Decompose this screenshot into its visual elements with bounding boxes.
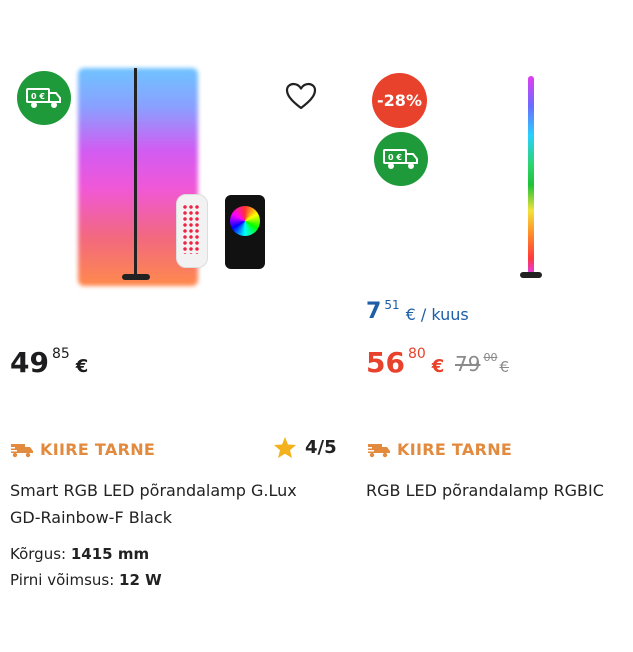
- specs-1: Kõrgus: 1415 mm Pirni võimsus: 12 W: [10, 541, 162, 593]
- free-delivery-badge-1: 0 €: [17, 71, 71, 125]
- monthly-cents: 51: [384, 298, 400, 312]
- star-icon: [274, 437, 296, 458]
- price-2: 56 80 €: [366, 346, 445, 379]
- old-price-main: 79: [455, 352, 481, 376]
- spec-height-label: Kõrgus:: [10, 545, 67, 563]
- svg-text:0 €: 0 €: [31, 92, 45, 101]
- svg-text:0 €: 0 €: [388, 153, 402, 162]
- product-image-1[interactable]: [78, 68, 276, 286]
- old-price-currency: €: [499, 358, 509, 376]
- spec-height-value: 1415 mm: [70, 545, 150, 563]
- price-main: 56: [366, 346, 405, 379]
- spec-height: Kõrgus: 1415 mm: [10, 541, 162, 567]
- truck-icon: 0 €: [383, 149, 418, 169]
- price-cents: 85: [51, 346, 70, 362]
- free-delivery-badge-2: 0 €: [374, 132, 428, 186]
- product-title-line1[interactable]: RGB LED põrandalamp RGBIC: [366, 477, 631, 504]
- monthly-main: 7: [366, 299, 382, 324]
- product-title-1[interactable]: Smart RGB LED põrandalamp G.Lux GD-Rainb…: [10, 477, 330, 531]
- discount-badge: -28%: [372, 73, 427, 128]
- rating-value: 4/5: [305, 437, 337, 458]
- monthly-price: 7 51 € / kuus: [366, 298, 469, 326]
- monthly-suffix: € / kuus: [405, 305, 469, 324]
- delivery-truck-icon: [367, 443, 390, 457]
- product-title-line1[interactable]: Smart RGB LED põrandalamp G.Lux: [10, 477, 330, 504]
- price-currency: €: [75, 356, 89, 377]
- wishlist-button[interactable]: [285, 82, 319, 112]
- price-main: 49: [10, 346, 49, 379]
- price-currency: €: [431, 356, 445, 377]
- delivery-label: KIIRE TARNE: [40, 440, 156, 459]
- old-price-cents: 00: [483, 351, 498, 364]
- price-cents: 80: [407, 346, 426, 362]
- spec-power-value: 12 W: [119, 571, 162, 589]
- spec-power: Pirni võimsus: 12 W: [10, 567, 162, 593]
- delivery-label: KIIRE TARNE: [397, 440, 513, 459]
- delivery-truck-icon: [10, 443, 33, 457]
- rating: 4/5: [273, 436, 337, 459]
- price-1: 49 85 €: [10, 346, 89, 379]
- old-price: 79 00 €: [455, 351, 509, 377]
- fast-delivery-2: KIIRE TARNE: [367, 440, 512, 459]
- product-title-2[interactable]: RGB LED põrandalamp RGBIC: [366, 477, 631, 504]
- spec-power-label: Pirni võimsus:: [10, 571, 115, 589]
- heart-icon: [285, 82, 317, 110]
- truck-icon: 0 €: [26, 88, 61, 108]
- discount-text: -28%: [377, 91, 422, 110]
- product-title-line2[interactable]: GD-Rainbow-F Black: [10, 504, 330, 531]
- product-image-2[interactable]: [518, 76, 546, 282]
- fast-delivery-1: KIIRE TARNE: [10, 440, 155, 459]
